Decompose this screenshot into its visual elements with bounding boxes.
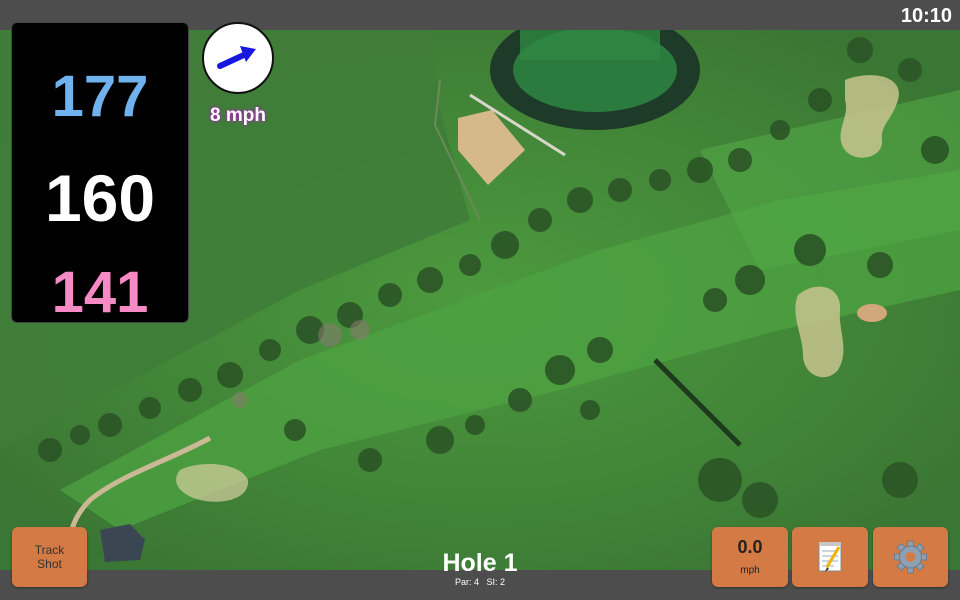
settings-button[interactable] [873,527,948,587]
notes-button[interactable] [792,527,868,587]
hole-stroke-index: SI: 2 [486,577,506,587]
speed-value: 0.0 [737,537,763,557]
wind-speed-label: 8 mph [210,105,266,126]
hole-title: Hole 1 [442,549,518,577]
yardage-panel: 177 160 141 [11,22,189,325]
track-shot-button[interactable]: Track Shot [12,527,87,587]
speed-unit: mph [740,565,760,576]
back-yardage: 177 [51,64,149,129]
notepad-icon [818,542,842,572]
hole-par: Par: 4 [454,577,479,587]
track-shot-label-line2: Shot [37,557,62,571]
front-yardage: 141 [51,260,149,325]
middle-yardage: 160 [44,161,156,235]
clock: 10:10 [900,5,952,27]
gear-icon [894,540,927,574]
speed-button[interactable]: 0.0 mph [712,527,788,587]
track-shot-label-line1: Track [34,543,65,557]
hole-info: Par: 4 SI: 2 [380,577,580,587]
arrow-icon [217,46,256,69]
wind-direction-indicator [202,22,274,94]
